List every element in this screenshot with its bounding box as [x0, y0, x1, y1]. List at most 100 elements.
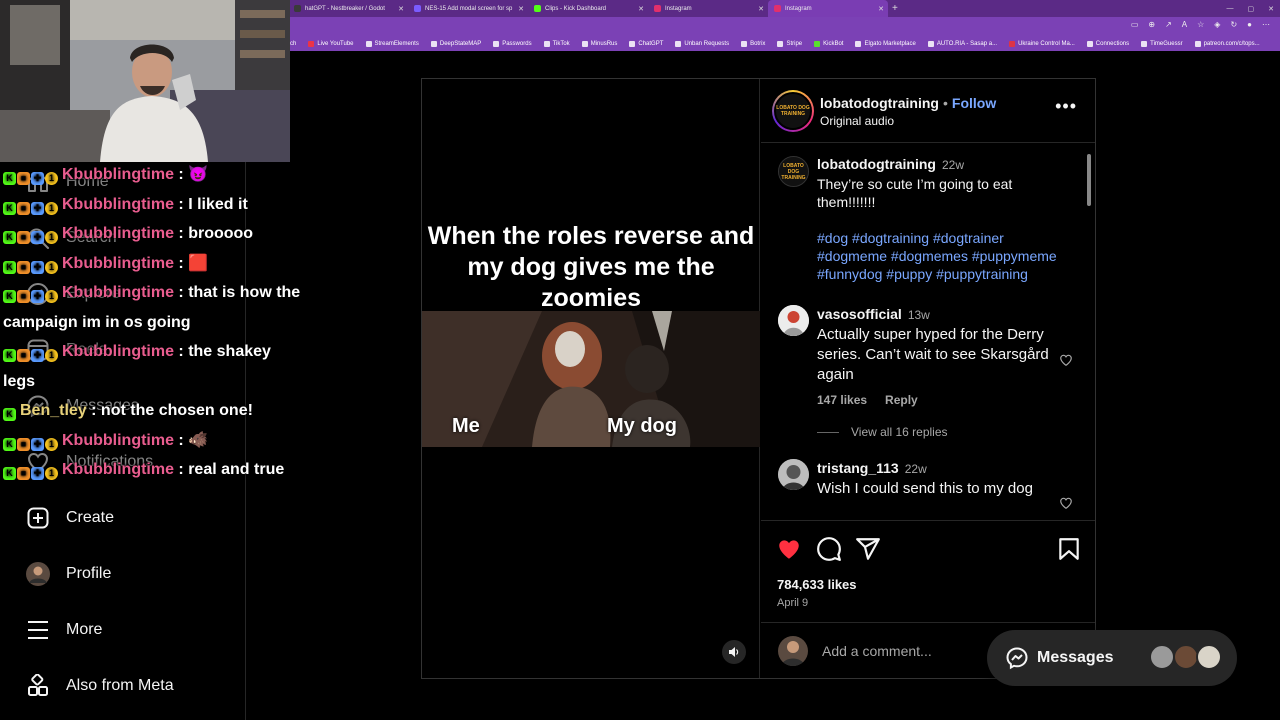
messages-floating-button[interactable]: Messages: [987, 630, 1237, 686]
close-window-icon[interactable]: ✕: [1268, 5, 1274, 13]
bookmark[interactable]: TikTok: [543, 41, 570, 47]
zoom-icon[interactable]: ⊕: [1148, 20, 1155, 29]
nav-item-profile[interactable]: Profile: [26, 559, 111, 589]
bookmark[interactable]: KickBot: [814, 41, 843, 47]
bookmark[interactable]: StreamElements: [365, 41, 419, 47]
box-badge-icon: ■: [17, 349, 30, 362]
chat-username[interactable]: Kbubblingtime: [62, 166, 174, 183]
liked-heart-icon[interactable]: [776, 536, 802, 562]
author-avatar[interactable]: LOBATO DOG TRAINING: [772, 90, 814, 132]
caption-hashtags[interactable]: #dog #dogtraining #dogtrainer #dogmeme #…: [817, 229, 1072, 283]
browser-tab-active[interactable]: Instagram ✕: [768, 0, 888, 17]
chat-message: K Ben_tley : not the chosen one!: [3, 396, 303, 426]
new-tab-button[interactable]: +: [892, 3, 898, 14]
more-options-button[interactable]: •••: [1055, 97, 1077, 115]
bookmark[interactable]: ChatGPT: [629, 41, 663, 47]
close-icon[interactable]: ✕: [878, 5, 884, 13]
share-icon[interactable]: ↗: [1165, 20, 1172, 29]
nav-item-also-from-meta[interactable]: Also from Meta: [26, 671, 174, 701]
bookmark[interactable]: TimeGuessr: [1141, 41, 1183, 47]
bookmark-icon: [1141, 41, 1148, 47]
maximize-icon[interactable]: ▢: [1248, 5, 1255, 13]
kick-badge-icon: K: [3, 437, 16, 451]
bookmark[interactable]: Elgato Marketplace: [855, 41, 916, 47]
chat-username[interactable]: Kbubblingtime: [62, 461, 174, 478]
bookmark[interactable]: Stripe: [777, 41, 802, 47]
caption-avatar[interactable]: LOBATO DOG TRAINING: [778, 156, 809, 187]
comment-avatar[interactable]: [778, 459, 809, 490]
bookmark[interactable]: Passwords: [493, 41, 532, 47]
webcam-image: [0, 0, 290, 162]
like-comment-heart-icon[interactable]: [1059, 496, 1073, 510]
likes-count[interactable]: 784,633 likes: [777, 577, 857, 592]
read-aloud-icon[interactable]: A: [1182, 20, 1187, 29]
kick-badge-icon: K: [3, 408, 16, 421]
meme-video-frame[interactable]: Me My dog: [422, 311, 760, 447]
chat-username[interactable]: Ben_tley: [20, 402, 87, 419]
comment-avatar[interactable]: [778, 305, 809, 336]
bookmark[interactable]: AUTO.RIA - Sasap a...: [927, 41, 997, 47]
nav-item-more[interactable]: More: [26, 615, 102, 645]
post-actions: 784,633 likes April 9: [761, 522, 1095, 622]
extensions-icon[interactable]: ◈: [1214, 20, 1220, 29]
browser-tab[interactable]: Clips - Kick Dashboard ✕: [528, 0, 648, 17]
scrollbar-thumb[interactable]: [1087, 154, 1091, 206]
bookmark[interactable]: patreon.com/c/tops...: [1194, 41, 1260, 47]
refresh-icon[interactable]: ↻: [1230, 20, 1237, 29]
close-icon[interactable]: ✕: [758, 5, 764, 13]
chat-username[interactable]: Kbubblingtime: [62, 343, 174, 360]
close-icon[interactable]: ✕: [398, 5, 404, 13]
bookmark-icon: [1009, 41, 1016, 47]
bookmark-icon: [365, 41, 372, 47]
menu-dots-icon[interactable]: ⋯: [1262, 20, 1270, 29]
cast-icon[interactable]: ▭: [1131, 20, 1139, 29]
caption-username[interactable]: lobatodogtraining: [817, 156, 936, 172]
gift-badge-icon: ✚: [31, 437, 44, 451]
star-icon[interactable]: ☆: [1197, 20, 1204, 29]
original-audio-link[interactable]: Original audio: [820, 114, 894, 128]
chat-badges: K ■ ✚ 1: [3, 437, 58, 451]
audio-toggle-button[interactable]: [722, 640, 746, 664]
avatar: [1149, 644, 1175, 670]
follow-button[interactable]: Follow: [952, 95, 996, 111]
add-comment-input[interactable]: Add a comment...: [822, 643, 932, 659]
comment-likes[interactable]: 147 likes: [817, 393, 867, 407]
comment-icon[interactable]: [816, 536, 842, 562]
coin-badge-icon: 1: [45, 231, 58, 244]
reply-button[interactable]: Reply: [885, 393, 918, 407]
chat-username[interactable]: Kbubblingtime: [62, 225, 174, 242]
bookmark[interactable]: ch: [290, 41, 296, 47]
browser-tab[interactable]: hatGPT - Nestbreaker / Godot ✕: [288, 0, 408, 17]
view-replies-button[interactable]: View all 16 replies: [817, 425, 1072, 439]
comments-scrollbar[interactable]: [1086, 148, 1092, 520]
browser-tab[interactable]: NES-15 Add modal screen for sp ✕: [408, 0, 528, 17]
author-username[interactable]: lobatodogtraining: [820, 95, 939, 111]
bookmark[interactable]: MinusRus: [581, 41, 617, 47]
minimize-icon[interactable]: —: [1227, 5, 1234, 12]
kick-badge-icon: K: [3, 231, 16, 244]
like-comment-heart-icon[interactable]: [1059, 353, 1073, 367]
kick-badge-icon: K: [3, 349, 16, 362]
bookmark[interactable]: Live YouTube: [308, 41, 354, 47]
browser-tab[interactable]: Instagram ✕: [648, 0, 768, 17]
chat-username[interactable]: Kbubblingtime: [62, 255, 174, 272]
comment-username[interactable]: vasosofficial: [817, 306, 902, 322]
coin-badge-icon: 1: [45, 172, 58, 185]
chat-username[interactable]: Kbubblingtime: [62, 284, 174, 301]
chat-username[interactable]: Kbubblingtime: [62, 196, 174, 213]
bookmark[interactable]: DeepStateMAP: [430, 41, 481, 47]
share-icon[interactable]: [855, 536, 881, 562]
close-icon[interactable]: ✕: [638, 5, 644, 13]
bookmark-save-icon[interactable]: [1056, 536, 1082, 562]
chat-username[interactable]: Kbubblingtime: [62, 432, 174, 449]
tab-favicon: [534, 5, 541, 12]
nav-item-create[interactable]: Create: [26, 503, 114, 533]
bookmark[interactable]: Ukraine Control Ma...: [1009, 41, 1075, 47]
bookmark[interactable]: Botrix: [741, 41, 765, 47]
profile-icon[interactable]: ●: [1247, 20, 1252, 29]
post-media[interactable]: When the roles reverse and my dog gives …: [422, 79, 760, 678]
bookmark[interactable]: Connections: [1086, 41, 1129, 47]
comment-username[interactable]: tristang_113: [817, 460, 899, 476]
bookmark[interactable]: Unban Requests: [675, 41, 729, 47]
close-icon[interactable]: ✕: [518, 5, 524, 13]
